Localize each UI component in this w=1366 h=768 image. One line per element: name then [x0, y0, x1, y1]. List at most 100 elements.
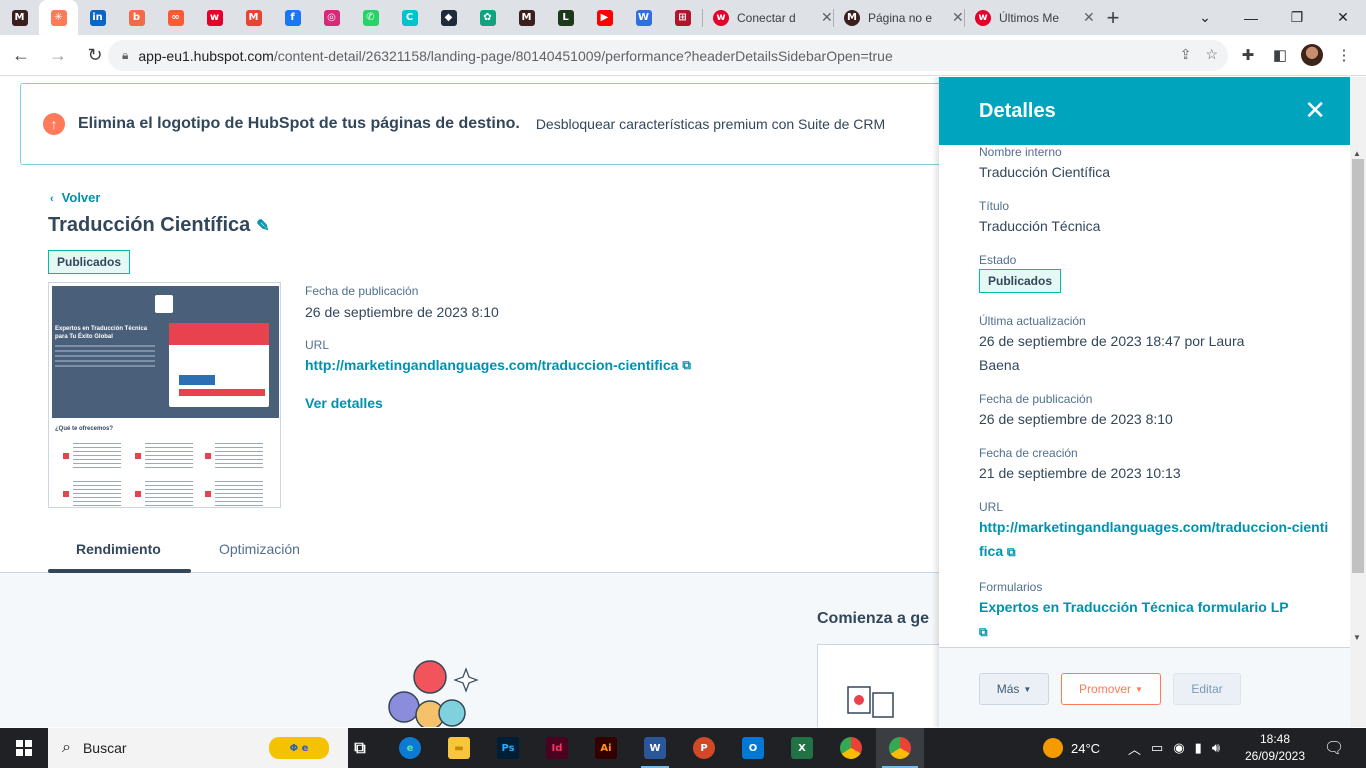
indesign-icon[interactable]: Id: [533, 728, 581, 768]
clock-date: 26/09/2023: [1244, 749, 1306, 763]
chrome-profile-icon[interactable]: [876, 728, 924, 768]
form-link[interactable]: Expertos en Traducción Técnica formulari…: [979, 595, 1299, 644]
back-arrow-icon[interactable]: ←: [5, 39, 37, 71]
tab-optimizacion[interactable]: Optimización: [219, 541, 300, 557]
page-url-text: http://marketingandlanguages.com/traducc…: [305, 357, 679, 373]
taskbar-clock[interactable]: 18:48 26/09/2023: [1240, 731, 1310, 765]
file-explorer-icon[interactable]: ▬: [435, 728, 483, 768]
pinned-tab[interactable]: b: [117, 0, 156, 35]
task-view-icon[interactable]: ⧉: [336, 728, 384, 768]
pinned-tab[interactable]: M: [0, 0, 39, 35]
page-url-link[interactable]: http://marketingandlanguages.com/traducc…: [305, 357, 691, 373]
tab-rendimiento[interactable]: Rendimiento: [76, 541, 161, 557]
pinned-tab[interactable]: ✳: [39, 0, 78, 35]
tab-close-icon[interactable]: ✕: [952, 9, 964, 26]
battery-icon[interactable]: ▮: [1195, 740, 1202, 756]
pinned-tab[interactable]: ✆: [351, 0, 390, 35]
forward-arrow-icon[interactable]: →: [42, 39, 74, 71]
pinned-tab[interactable]: f: [273, 0, 312, 35]
pinned-tab[interactable]: ◎: [312, 0, 351, 35]
pinned-tab[interactable]: ▶: [585, 0, 624, 35]
share-icon[interactable]: ⇪: [1180, 46, 1192, 63]
outlook-icon[interactable]: O: [729, 728, 777, 768]
more-button[interactable]: Más ▼: [979, 673, 1049, 705]
menu-kebab-icon[interactable]: ⋮: [1332, 40, 1356, 70]
hubspot-favicon: ✳: [50, 9, 67, 26]
page-thumbnail[interactable]: Expertos en Traducción Técnica para Tu É…: [48, 282, 281, 508]
tab-close-icon[interactable]: ✕: [1083, 9, 1095, 26]
created-date-value: 21 de septiembre de 2023 10:13: [979, 465, 1181, 481]
pinned-tab[interactable]: ◆: [429, 0, 468, 35]
pinned-tab[interactable]: C: [390, 0, 429, 35]
edge-icon[interactable]: e: [386, 728, 434, 768]
pencil-edit-icon[interactable]: ✎: [256, 216, 269, 236]
weather-widget[interactable]: 24°C: [1043, 728, 1100, 768]
chrome-icon[interactable]: [827, 728, 875, 768]
browser-tab-strip: M ✳ in b ∞ w Mf ◎ ✆ C ◆ ✿ M L ▶ W ⊞ w Conectar d ✕ M Página n…: [0, 0, 1366, 35]
powerpoint-icon[interactable]: P: [680, 728, 728, 768]
banner-title: Elimina el logotipo de HubSpot de tus pá…: [78, 115, 520, 132]
promote-label: Promover: [1079, 682, 1132, 696]
scrollbar[interactable]: ▲ ▼: [1350, 77, 1366, 727]
balloons-illustration-icon: [388, 660, 479, 727]
search-highlight-icon[interactable]: Φ e: [265, 728, 333, 768]
network-icon[interactable]: ▭: [1151, 740, 1163, 756]
minimize-button[interactable]: —: [1228, 0, 1274, 35]
notifications-icon[interactable]: 🗨︎: [1324, 728, 1344, 768]
pinned-tab[interactable]: w: [195, 0, 234, 35]
pinterest-like-favicon: b: [128, 9, 145, 26]
excel-icon[interactable]: X: [778, 728, 826, 768]
profile-avatar[interactable]: [1300, 40, 1324, 70]
marketing-languages-favicon: M: [11, 9, 28, 26]
photoshop-icon[interactable]: Ps: [484, 728, 532, 768]
address-bar[interactable]: 🔒︎ app-eu1.hubspot.com/content-detail/26…: [108, 40, 1228, 71]
browser-tab[interactable]: M Página no e ✕: [834, 0, 964, 35]
scroll-up-icon[interactable]: ▲: [1353, 149, 1361, 158]
side-panel-icon[interactable]: ◧: [1268, 40, 1292, 70]
sun-icon: [1043, 738, 1063, 758]
pinned-tab[interactable]: ✿: [468, 0, 507, 35]
pinned-tab[interactable]: in: [78, 0, 117, 35]
promote-button[interactable]: Promover ▼: [1061, 673, 1161, 705]
view-details-link[interactable]: Ver detalles: [305, 395, 383, 411]
page-title: Traducción Científica ✎: [48, 214, 270, 237]
url-host: app-eu1.hubspot.com: [138, 47, 274, 64]
tab-close-icon[interactable]: ✕: [821, 9, 833, 26]
browser-tab[interactable]: w Conectar d ✕: [703, 0, 833, 35]
back-link[interactable]: ‹ Volver: [50, 190, 100, 205]
edit-button[interactable]: Editar: [1173, 673, 1241, 705]
illustrator-icon[interactable]: Ai: [582, 728, 630, 768]
close-icon[interactable]: ✕: [1304, 95, 1326, 126]
weather-temp: 24°C: [1071, 740, 1101, 756]
new-tab-plus-icon[interactable]: +: [1095, 0, 1131, 35]
banner-subtitle[interactable]: Desbloquear características premium con …: [536, 116, 885, 132]
external-link-icon: ⧉: [682, 357, 691, 372]
tab-search-chevron-icon[interactable]: ⌄: [1182, 0, 1228, 35]
thumbnail-question: ¿Qué te ofrecemos?: [55, 426, 114, 432]
pinned-tab[interactable]: M: [234, 0, 273, 35]
w-favicon: w: [975, 9, 991, 26]
volume-icon[interactable]: 🔊︎: [1212, 740, 1220, 756]
pinned-tab[interactable]: M: [507, 0, 546, 35]
browser-tab[interactable]: w Últimos Me ✕: [965, 0, 1095, 35]
pinned-tab[interactable]: ⊞: [663, 0, 702, 35]
reload-icon[interactable]: ↻: [79, 39, 111, 71]
pinned-tab[interactable]: W: [624, 0, 663, 35]
scrollbar-thumb[interactable]: [1352, 159, 1364, 573]
close-window-button[interactable]: ✕: [1320, 0, 1366, 35]
windows-start-icon[interactable]: [0, 728, 48, 768]
extensions-puzzle-icon[interactable]: ✚: [1236, 40, 1260, 70]
bookmark-star-icon[interactable]: ☆: [1205, 46, 1218, 63]
camera-icon[interactable]: ◉: [1173, 740, 1184, 756]
facebook-favicon: f: [284, 9, 301, 26]
chevron-up-icon[interactable]: ︿: [1128, 739, 1141, 758]
title-value: Traducción Técnica: [979, 218, 1101, 234]
internal-name-value: Traducción Científica: [979, 164, 1110, 180]
scroll-down-icon[interactable]: ▼: [1353, 633, 1361, 642]
status-badge: Publicados: [48, 250, 131, 274]
pinned-tab[interactable]: L: [546, 0, 585, 35]
word-icon[interactable]: W: [631, 728, 679, 768]
restore-button[interactable]: ❐: [1274, 0, 1320, 35]
pinned-tab[interactable]: ∞: [156, 0, 195, 35]
panel-url-link[interactable]: http://marketingandlanguages.com/traducc…: [979, 515, 1329, 564]
